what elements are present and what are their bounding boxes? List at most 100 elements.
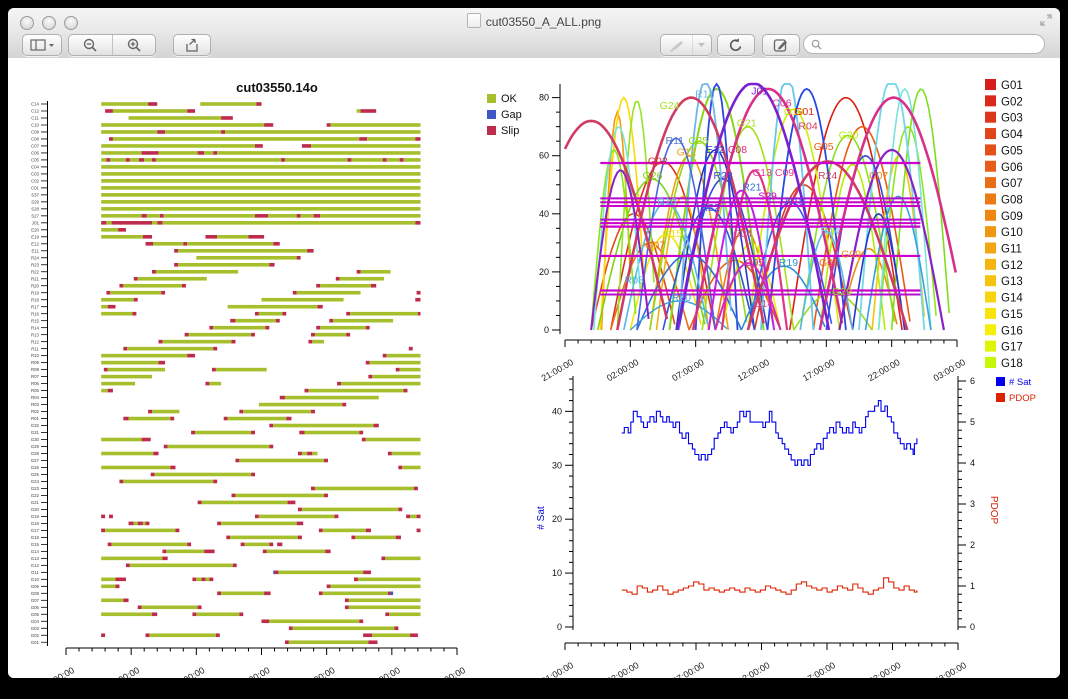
svg-text:G07: G07 [1001, 178, 1023, 190]
svg-text:G29: G29 [31, 444, 40, 449]
svg-text:80: 80 [539, 93, 549, 103]
svg-text:R06: R06 [31, 381, 40, 386]
svg-text:G13: G13 [31, 556, 40, 561]
zoom-in-icon [126, 37, 142, 53]
rotate-left-button[interactable] [717, 34, 755, 56]
share-button[interactable] [173, 34, 211, 56]
svg-text:G24: G24 [660, 100, 680, 112]
svg-text:OK: OK [501, 93, 518, 105]
highlight-group [660, 34, 712, 56]
svg-text:03:00:00: 03:00:00 [933, 660, 968, 678]
chevron-down-icon [697, 42, 706, 48]
svg-text:0: 0 [557, 622, 562, 632]
svg-text:R03: R03 [31, 402, 40, 407]
svg-text:G02: G02 [648, 155, 668, 167]
svg-text:G03: G03 [31, 626, 40, 631]
svg-text:R13: R13 [31, 332, 40, 337]
svg-text:3: 3 [970, 499, 975, 509]
svg-text:G06: G06 [819, 257, 839, 269]
svg-text:R18: R18 [785, 196, 804, 208]
svg-text:G18: G18 [31, 521, 40, 526]
svg-text:R14: R14 [31, 325, 40, 330]
svg-text:G17: G17 [1001, 342, 1023, 354]
svg-text:20: 20 [539, 267, 549, 277]
title-bar[interactable]: cut03550_A_ALL.png [8, 8, 1060, 30]
svg-text:G14: G14 [31, 549, 40, 554]
svg-text:R04: R04 [31, 395, 40, 400]
svg-text:G07: G07 [31, 598, 40, 603]
search-field[interactable] [803, 34, 1045, 54]
svg-text:G20: G20 [31, 507, 40, 512]
svg-text:C06: C06 [31, 151, 40, 156]
search-input[interactable] [826, 37, 1044, 51]
svg-text:R12: R12 [695, 89, 714, 101]
svg-text:G09: G09 [1001, 211, 1023, 223]
svg-text:C04: C04 [733, 228, 752, 240]
zoom-in-button[interactable] [112, 35, 156, 55]
highlighter-dropdown[interactable] [692, 35, 711, 55]
svg-text:R20: R20 [672, 292, 691, 304]
svg-text:12:00:00: 12:00:00 [736, 660, 771, 678]
fullscreen-icon[interactable] [1040, 14, 1052, 26]
svg-text:G06: G06 [31, 605, 40, 610]
svg-text:R09: R09 [31, 360, 40, 365]
svg-text:R11: R11 [31, 346, 39, 351]
svg-text:G11: G11 [1001, 244, 1022, 256]
svg-text:17:00:00: 17:00:00 [802, 660, 837, 678]
svg-text:22:00:00: 22:00:00 [867, 660, 902, 678]
svg-text:G06: G06 [1001, 162, 1023, 174]
svg-text:G17: G17 [31, 528, 40, 533]
svg-text:G08: G08 [1001, 194, 1023, 206]
svg-text:PDOP: PDOP [988, 496, 999, 525]
rotate-left-icon [728, 37, 744, 53]
svg-text:C05: C05 [31, 158, 40, 163]
svg-text:G05: G05 [31, 612, 40, 617]
svg-text:G25: G25 [31, 472, 40, 477]
svg-text:G24: G24 [31, 479, 40, 484]
svg-text:G21: G21 [737, 118, 757, 130]
svg-text:G18: G18 [1001, 358, 1023, 370]
svg-text:R07: R07 [31, 374, 40, 379]
highlighter-button[interactable] [662, 35, 692, 55]
svg-text:30: 30 [552, 460, 562, 470]
svg-text:# Sat: # Sat [1009, 377, 1032, 388]
svg-text:4: 4 [970, 458, 975, 468]
svg-text:G26: G26 [643, 170, 663, 182]
svg-text:R11: R11 [666, 135, 685, 147]
svg-text:G09: G09 [841, 248, 861, 260]
toolbar [8, 30, 1060, 58]
svg-text:G32: G32 [31, 423, 40, 428]
svg-text:R14: R14 [821, 225, 840, 237]
svg-text:21:00:00: 21:00:00 [540, 660, 575, 678]
svg-text:S37: S37 [31, 192, 39, 197]
svg-text:R23: R23 [31, 262, 40, 267]
svg-text:21:00:00: 21:00:00 [41, 665, 76, 678]
svg-text:Gap: Gap [501, 109, 522, 121]
svg-text:22:00:00: 22:00:00 [866, 357, 901, 383]
svg-text:PDOP: PDOP [1009, 393, 1036, 404]
zoom-out-button[interactable] [69, 35, 112, 55]
svg-text:C02: C02 [31, 178, 40, 183]
svg-text:R24: R24 [31, 255, 40, 260]
svg-text:5: 5 [970, 417, 975, 427]
svg-text:C03: C03 [31, 172, 40, 177]
svg-text:G28: G28 [31, 451, 40, 456]
svg-text:40: 40 [539, 209, 549, 219]
svg-text:C13: C13 [753, 167, 772, 179]
svg-text:G12: G12 [31, 563, 40, 568]
sidebar-view-button[interactable] [22, 34, 62, 56]
svg-text:10: 10 [552, 568, 562, 578]
svg-text:G01: G01 [794, 106, 814, 118]
svg-text:G15: G15 [1001, 309, 1023, 321]
markup-button[interactable] [762, 34, 800, 56]
svg-text:R21: R21 [31, 276, 40, 281]
svg-text:R22: R22 [31, 269, 40, 274]
svg-text:R10: R10 [31, 353, 40, 358]
svg-text:60: 60 [539, 151, 549, 161]
window-title: cut03550_A_ALL.png [486, 15, 601, 29]
svg-text:R20: R20 [31, 283, 40, 288]
svg-text:S27: S27 [31, 213, 39, 218]
svg-text:E12: E12 [31, 241, 39, 246]
svg-text:G31: G31 [31, 430, 40, 435]
svg-text:R22: R22 [700, 202, 719, 214]
